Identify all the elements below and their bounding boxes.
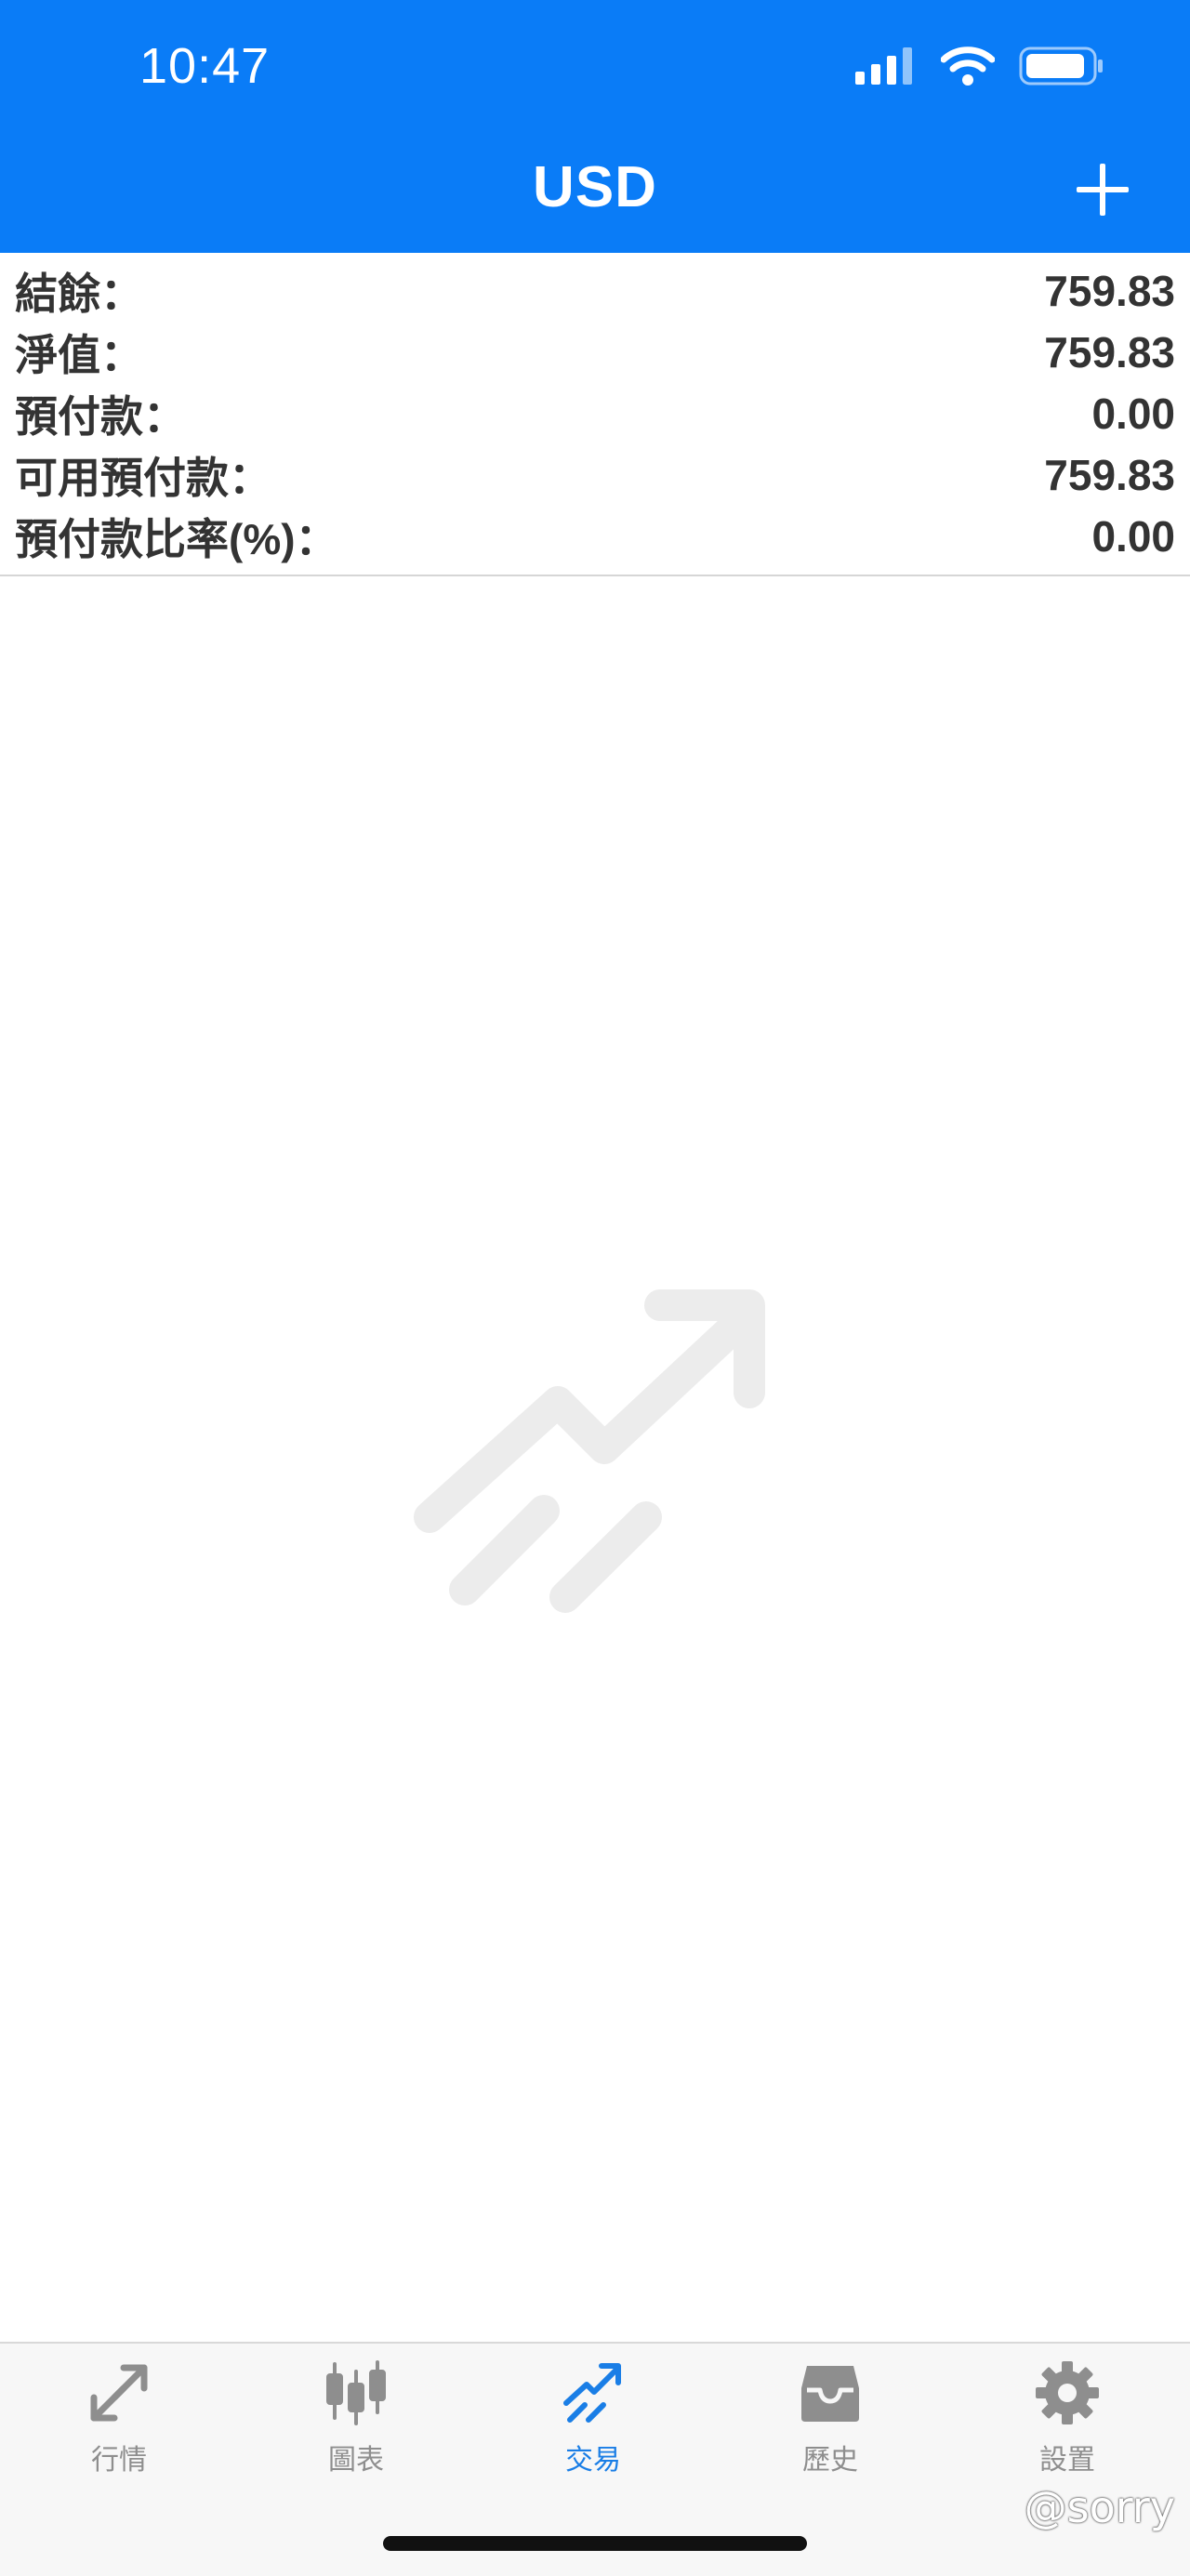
tab-label: 交易: [565, 2445, 621, 2476]
summary-value: 0.00: [1091, 512, 1175, 561]
tab-history[interactable]: 歷史: [751, 2360, 909, 2490]
tab-label: 行情: [91, 2445, 147, 2476]
summary-row-free-margin: 可用預付款： 759.83: [15, 444, 1175, 506]
summary-value: 0.00: [1091, 390, 1175, 438]
page-title: USD: [533, 155, 657, 219]
app-header: 10:47 USD: [0, 0, 1190, 253]
status-icons: [855, 46, 1104, 86]
add-button[interactable]: [1073, 160, 1132, 219]
trade-trend-icon: [563, 2363, 621, 2423]
candlestick-chart-icon: [326, 2360, 386, 2425]
status-time: 10:47: [139, 38, 271, 94]
battery-icon: [1019, 46, 1103, 86]
summary-label: 結餘：: [15, 270, 143, 318]
tab-label: 圖表: [328, 2445, 384, 2476]
wifi-icon: [941, 46, 995, 86]
tab-chart[interactable]: 圖表: [277, 2360, 435, 2490]
cellular-signal-icon: [855, 47, 912, 85]
summary-row-balance: 結餘： 759.83: [15, 260, 1175, 322]
summary-row-margin: 預付款： 0.00: [15, 383, 1175, 444]
gear-icon: [1036, 2361, 1099, 2424]
summary-value: 759.83: [1044, 451, 1175, 499]
tab-label: 歷史: [802, 2445, 858, 2476]
summary-label: 預付款比率(%)：: [15, 515, 338, 563]
tab-quotes[interactable]: 行情: [40, 2360, 198, 2490]
summary-label: 淨值：: [15, 331, 143, 379]
watermark: @sorry: [1024, 2482, 1175, 2532]
summary-row-margin-level: 預付款比率(%)： 0.00: [15, 506, 1175, 567]
inbox-tray-icon: [801, 2366, 859, 2422]
summary-label: 預付款：: [15, 392, 186, 441]
summary-label: 可用預付款：: [15, 454, 271, 502]
tab-settings[interactable]: 設置: [988, 2360, 1146, 2490]
summary-value: 759.83: [1044, 328, 1175, 376]
account-summary: 結餘： 759.83 淨值： 759.83 預付款： 0.00 可用預付款： 7…: [0, 253, 1190, 576]
summary-value: 759.83: [1044, 267, 1175, 315]
summary-row-equity: 淨值： 759.83: [15, 322, 1175, 383]
home-indicator: [383, 2536, 807, 2551]
tab-label: 設置: [1039, 2445, 1095, 2476]
quotes-arrows-icon: [90, 2364, 148, 2422]
tab-trade[interactable]: 交易: [514, 2360, 672, 2490]
empty-trade-placeholder-icon: [414, 1289, 765, 1613]
